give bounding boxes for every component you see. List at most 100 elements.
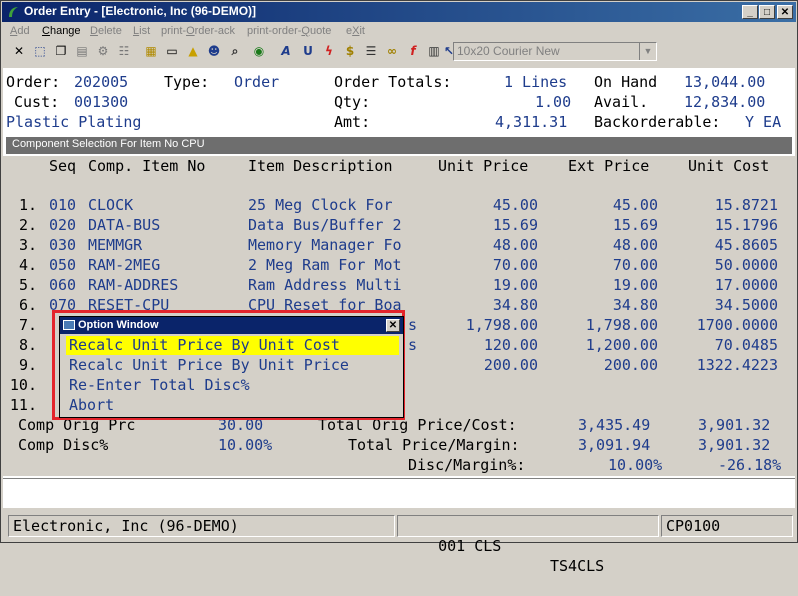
maximize-button[interactable]: □ [759,5,775,19]
bell-icon[interactable]: ▲ [184,42,202,60]
row-8-n[interactable]: 8. [19,336,37,354]
cust-number[interactable]: 001300 [74,93,128,111]
menu-add[interactable]: Add [10,25,30,37]
font-select[interactable]: 10x20 Courier New ▼ [453,42,657,61]
avail-value: 12,834.00 [684,93,766,111]
row-1-n[interactable]: 1. [19,196,37,214]
row-1-ext: 45.00 [612,196,658,214]
section-title: Component Selection For Item No CPU [12,138,205,150]
row-2-seq: 020 [49,216,77,234]
row-3-ext: 48.00 [612,236,658,254]
status-bar: Electronic, Inc (96-DEMO) 001 CLS TS4CLS… [3,512,795,575]
col-unit-cost: Unit Cost [688,157,770,175]
row-10-n[interactable]: 10. [10,376,37,394]
total-price-label: Total Price/Margin: [348,436,520,454]
row-3-unit: 48.00 [492,236,538,254]
comp-disc-value[interactable]: 10.00% [218,436,272,454]
window-icon [63,320,75,330]
option-window-title: Option Window [78,319,159,331]
backorder-label: Backorderable: [594,113,721,131]
row-4-seq: 050 [49,256,77,274]
option-recalc-by-price[interactable]: Recalc Unit Price By Unit Price [66,356,399,375]
window-title: Order Entry - [Electronic, Inc (96-DEMO)… [24,4,257,18]
option-reenter-disc[interactable]: Re-Enter Total Disc% [66,376,399,395]
row-6-n[interactable]: 6. [19,296,37,314]
link-icon[interactable]: ∞ [383,42,401,60]
row-7-n[interactable]: 7. [19,316,37,334]
copy-icon[interactable]: ❐ [52,42,70,60]
row-3-desc: Memory Manager Fo [248,236,402,254]
order-label: Order: [6,73,61,91]
menu-print-order-ack[interactable]: print-Order-ack [161,25,235,37]
row-2-item: DATA-BUS [88,216,161,234]
menu-bar: Add Change Delete List print-Order-ack p… [2,23,796,40]
row-11-n[interactable]: 11. [10,396,37,414]
font-icon[interactable]: A [277,42,295,60]
settings-icon[interactable]: ⚙ [94,42,112,60]
total-orig-price: 3,435.49 [578,416,651,434]
cust-label: Cust: [14,93,60,111]
unit-icon[interactable]: U [299,42,317,60]
option-abort[interactable]: Abort [66,396,399,415]
total-orig-cost: 3,901.32 [698,416,771,434]
row-6-cost: 34.5000 [714,296,778,314]
options-icon[interactable]: ☷ [115,42,133,60]
row-5-ext: 19.00 [612,276,658,294]
document-icon[interactable]: ▭ [163,42,181,60]
row-3-n[interactable]: 3. [19,236,37,254]
lightning-icon[interactable]: ϟ [320,42,338,60]
close-button[interactable]: ✕ [777,5,793,19]
option-window-close-button[interactable]: ✕ [386,319,400,332]
order-type[interactable]: Order [234,73,279,91]
title-bar[interactable]: Order Entry - [Electronic, Inc (96-DEMO)… [2,2,796,22]
row-1-item: CLOCK [88,196,134,214]
row-1-unit: 45.00 [492,196,538,214]
row-5-n[interactable]: 5. [19,276,37,294]
row-9-ext: 200.00 [603,356,658,374]
row-4-item: RAM-2MEG [88,256,161,274]
row-2-cost: 15.1796 [714,216,778,234]
order-number[interactable]: 202005 [74,73,128,91]
row-3-item: MEMMGR [88,236,143,254]
row-2-n[interactable]: 2. [19,216,37,234]
list-icon[interactable]: ☰ [362,42,380,60]
close-icon[interactable]: ✕ [10,42,28,60]
person-icon[interactable]: ☻ [205,42,223,60]
status-station: 001 CLS TS4CLS [397,515,659,575]
backorder-value: Y EA [745,113,782,131]
option-window-title-bar[interactable]: Option Window ✕ [60,317,403,334]
disc-margin-label: Disc/Margin%: [408,456,526,474]
horizontal-scrollbar[interactable] [3,478,795,493]
row-9-n[interactable]: 9. [19,356,37,374]
menu-change[interactable]: Change [42,25,81,37]
col-comp-item: Comp. Item No [88,157,206,175]
qty-label: Qty: [334,93,371,111]
row-1-desc: 25 Meg Clock For [248,196,393,214]
dollar-icon[interactable]: $ [341,42,359,60]
menu-delete[interactable]: Delete [90,25,122,37]
globe-icon[interactable]: ◉ [250,42,268,60]
chevron-down-icon[interactable]: ▼ [639,43,656,60]
row-5-cost: 17.0000 [714,276,778,294]
row-4-n[interactable]: 4. [19,256,37,274]
select-icon[interactable]: ⬚ [31,42,49,60]
menu-list[interactable]: List [133,25,150,37]
menu-exit[interactable]: eXit [346,25,365,37]
option-recalc-by-cost[interactable]: Recalc Unit Price By Unit Cost [66,336,399,355]
order-totals-label: Order Totals: [334,73,452,91]
row-8-desc: s [408,336,418,354]
row-1-seq: 010 [49,196,77,214]
row-8-unit: 120.00 [483,336,538,354]
status-loc: 001 CLS [438,537,502,555]
paste-icon[interactable]: ▤ [73,42,91,60]
row-8-ext: 1,200.00 [585,336,658,354]
row-5-unit: 19.00 [492,276,538,294]
search-icon[interactable]: ⌕ [226,42,244,60]
notes-icon[interactable]: ▦ [142,42,160,60]
lines-count: 1 Lines [504,73,568,91]
minimize-button[interactable]: _ [742,5,758,19]
menu-print-order-quote[interactable]: print-order-Quote [247,25,331,37]
toolbar: ✕ ⬚ ❐ ▤ ⚙ ☷ ▦ ▭ ▲ ☻ ⌕ ◉ A U ϟ $ ☰ ∞ f ▥ … [2,40,796,64]
function-icon[interactable]: f [404,42,422,60]
avail-label: Avail. [594,93,649,111]
